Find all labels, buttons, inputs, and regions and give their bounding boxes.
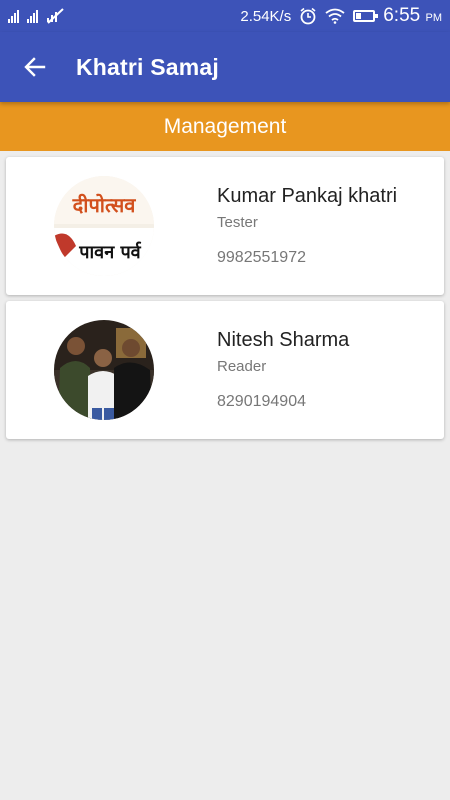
page-title: Khatri Samaj [76, 53, 220, 80]
signal-icon [27, 9, 38, 23]
clock: 6:55 PM [383, 5, 442, 26]
member-name: Kumar Pankaj khatri [217, 185, 398, 207]
member-phone: 9982551972 [217, 249, 306, 266]
status-bar: 2.54K/s 6:55 PM [0, 0, 450, 32]
avatar: दीपोत्सव पावन पर्व [54, 176, 154, 276]
alarm-icon [300, 7, 316, 25]
section-title: Management [163, 114, 287, 138]
member-list: दीपोत्सव पावन पर्व Kumar Pankaj khatri T… [0, 151, 450, 439]
back-arrow-icon[interactable] [22, 54, 48, 80]
member-card[interactable]: Nitesh Sharma Reader 8290194904 [6, 301, 444, 439]
member-card[interactable]: दीपोत्सव पावन पर्व Kumar Pankaj khatri T… [6, 157, 444, 295]
muted-signal-icon [47, 8, 64, 24]
signal-icon [8, 9, 19, 23]
avatar [54, 320, 154, 420]
member-phone: 8290194904 [217, 393, 306, 410]
wifi-icon [325, 8, 345, 24]
svg-text:पावन पर्व: पावन पर्व [78, 241, 141, 263]
member-role: Reader [217, 358, 267, 375]
member-role: Tester [217, 214, 258, 231]
section-header: Management [0, 102, 450, 151]
member-name: Nitesh Sharma [217, 329, 350, 351]
battery-icon [353, 10, 379, 22]
network-speed: 2.54K/s [240, 7, 292, 25]
svg-text:दीपोत्सव: दीपोत्सव [72, 193, 137, 217]
app-bar: Khatri Samaj [0, 32, 450, 102]
